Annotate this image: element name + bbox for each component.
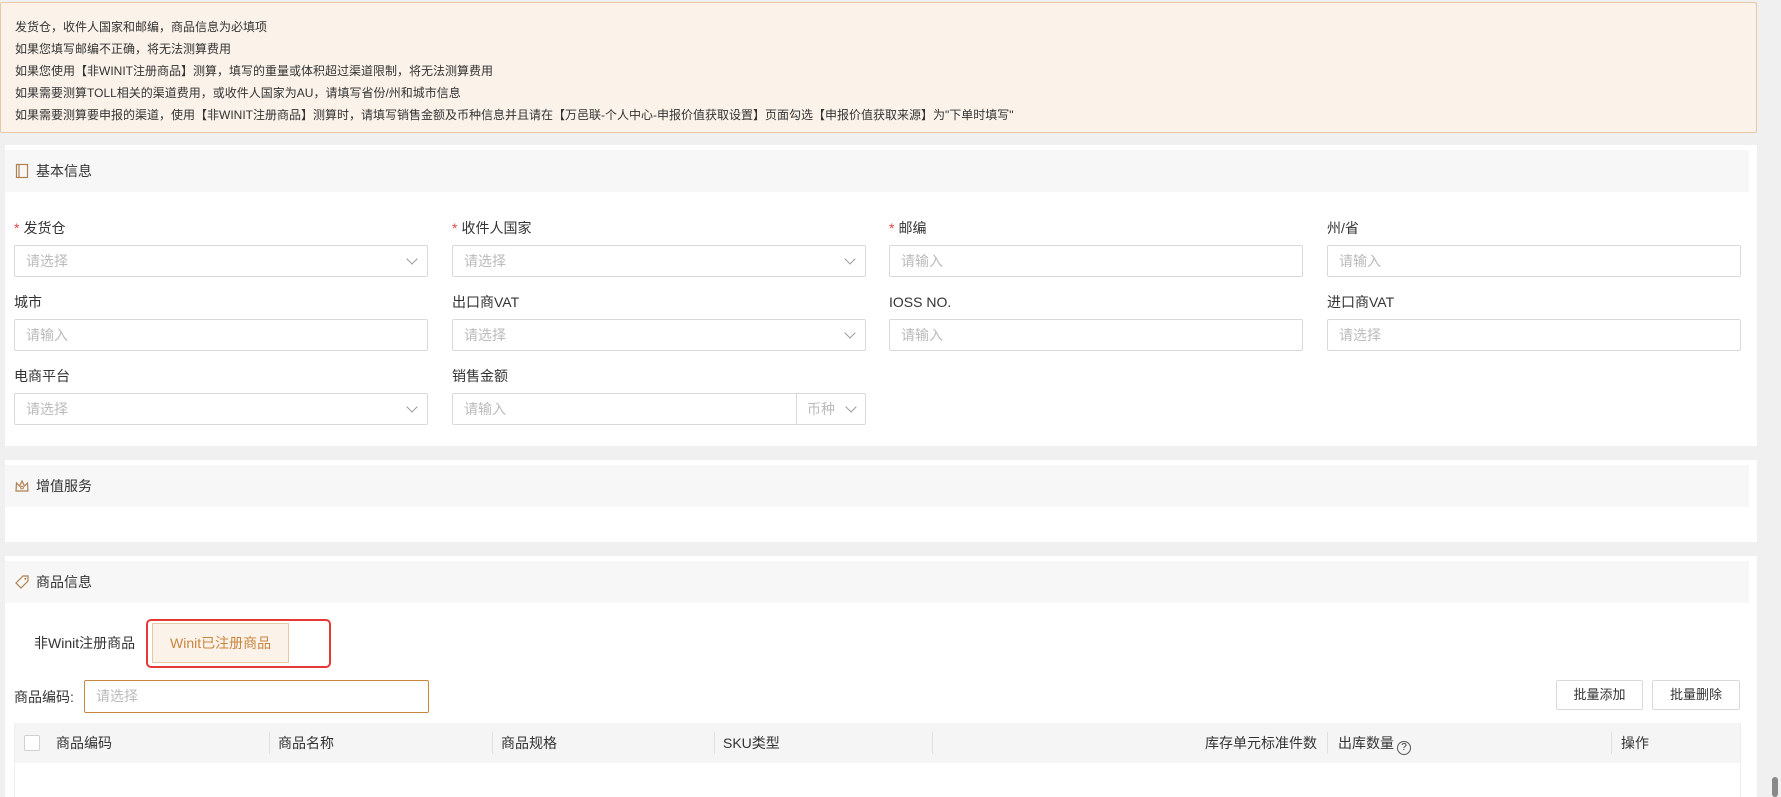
state-field: 州/省 请输入 [1327, 218, 1741, 277]
chevron-down-icon [406, 253, 418, 265]
column-header: SKU类型 [723, 735, 780, 751]
table-header: 商品编码 商品名称 商品规格 SKU类型 库存单元标准件数 出库数量? 操作 [15, 723, 1740, 763]
notice-line: 如果您使用【非WINIT注册商品】测算，填写的重量或体积超过渠道限制，将无法测算… [15, 64, 493, 78]
select-all-checkbox[interactable] [24, 735, 40, 751]
currency-select[interactable]: 币种 [796, 393, 866, 425]
goods-info-panel: 商品信息 非Winit注册商品 Winit已注册商品 商品编码: 请选择 批量添… [5, 556, 1757, 797]
platform-select[interactable]: 请选择 [14, 393, 428, 425]
scrollbar-thumb[interactable] [1772, 777, 1778, 797]
exporter-vat-field: 出口商VAT 请选择 [452, 292, 866, 351]
column-header: 操作 [1621, 735, 1649, 751]
postcode-input[interactable]: 请输入 [889, 245, 1303, 277]
value-added-header: 增值服务 [5, 465, 1749, 507]
column-header: 出库数量? [1338, 723, 1411, 763]
column-divider [714, 732, 715, 754]
column-divider [1611, 732, 1612, 754]
column-header: 商品编码 [56, 735, 112, 751]
country-field: * 收件人国家 请选择 [452, 218, 866, 277]
batch-add-button[interactable]: 批量添加 [1556, 680, 1643, 710]
goods-info-header: 商品信息 [5, 561, 1749, 603]
importer-vat-field: 进口商VAT 请选择 [1327, 292, 1741, 351]
state-input[interactable]: 请输入 [1327, 245, 1741, 277]
goods-code-label: 商品编码: [14, 689, 74, 705]
chevron-down-icon [844, 253, 856, 265]
goods-code-select[interactable]: 请选择 [84, 680, 429, 713]
tag-icon [14, 574, 30, 590]
scrollbar[interactable] [1771, 0, 1779, 797]
tab-unregistered-goods[interactable]: 非Winit注册商品 [17, 623, 152, 663]
column-header: 商品名称 [278, 735, 334, 751]
chevron-down-icon [844, 327, 856, 339]
warehouse-field: * 发货仓 请选择 [14, 218, 428, 277]
column-divider [932, 732, 933, 754]
ioss-input[interactable]: 请输入 [889, 319, 1303, 351]
goods-table: 商品编码 商品名称 商品规格 SKU类型 库存单元标准件数 出库数量? 操作 [14, 723, 1741, 797]
value-added-panel: 增值服务 [5, 460, 1757, 542]
notice-line: 如果需要测算TOLL相关的渠道费用，或收件人国家为AU，请填写省份/州和城市信息 [15, 86, 461, 100]
document-icon [14, 163, 30, 179]
country-select[interactable]: 请选择 [452, 245, 866, 277]
column-divider [269, 732, 270, 754]
ioss-field: IOSS NO. 请输入 [889, 292, 1303, 351]
notice-line: 如果需要测算要申报的渠道，使用【非WINIT注册商品】测算时，请填写销售金额及币… [15, 108, 1014, 122]
column-header: 商品规格 [501, 735, 557, 751]
exporter-vat-select[interactable]: 请选择 [452, 319, 866, 351]
column-divider [492, 732, 493, 754]
basic-info-panel: 基本信息 * 发货仓 请选择 * 收件人国家 请选择 * 邮编 请输入 州/省 请输入… [5, 145, 1757, 446]
section-title: 基本信息 [36, 163, 92, 179]
sales-amount-field: 销售金额 请输入 币种 [452, 366, 866, 425]
chevron-down-icon [406, 401, 418, 413]
city-field: 城市 请输入 [14, 292, 428, 351]
notice-box: 发货仓，收件人国家和邮编，商品信息为必填项 如果您填写邮编不正确，将无法测算费用… [0, 2, 1757, 133]
column-header: 库存单元标准件数 [1205, 735, 1317, 751]
platform-field: 电商平台 请选择 [14, 366, 428, 425]
warehouse-select[interactable]: 请选择 [14, 245, 428, 277]
column-divider [1327, 732, 1328, 754]
sales-amount-input[interactable]: 请输入 [452, 393, 797, 425]
notice-line: 发货仓，收件人国家和邮编，商品信息为必填项 [15, 20, 268, 34]
importer-vat-select[interactable]: 请选择 [1327, 319, 1741, 351]
crown-icon [14, 478, 30, 494]
chevron-down-icon [845, 401, 857, 413]
tab-highlight-box [146, 619, 331, 668]
city-input[interactable]: 请输入 [14, 319, 428, 351]
notice-line: 如果您填写邮编不正确，将无法测算费用 [15, 42, 232, 56]
help-icon[interactable]: ? [1397, 741, 1411, 755]
section-title: 商品信息 [36, 574, 92, 590]
section-title: 增值服务 [36, 478, 92, 494]
basic-info-header: 基本信息 [5, 150, 1749, 192]
postcode-field: * 邮编 请输入 [889, 218, 1303, 277]
batch-delete-button[interactable]: 批量删除 [1652, 680, 1740, 710]
